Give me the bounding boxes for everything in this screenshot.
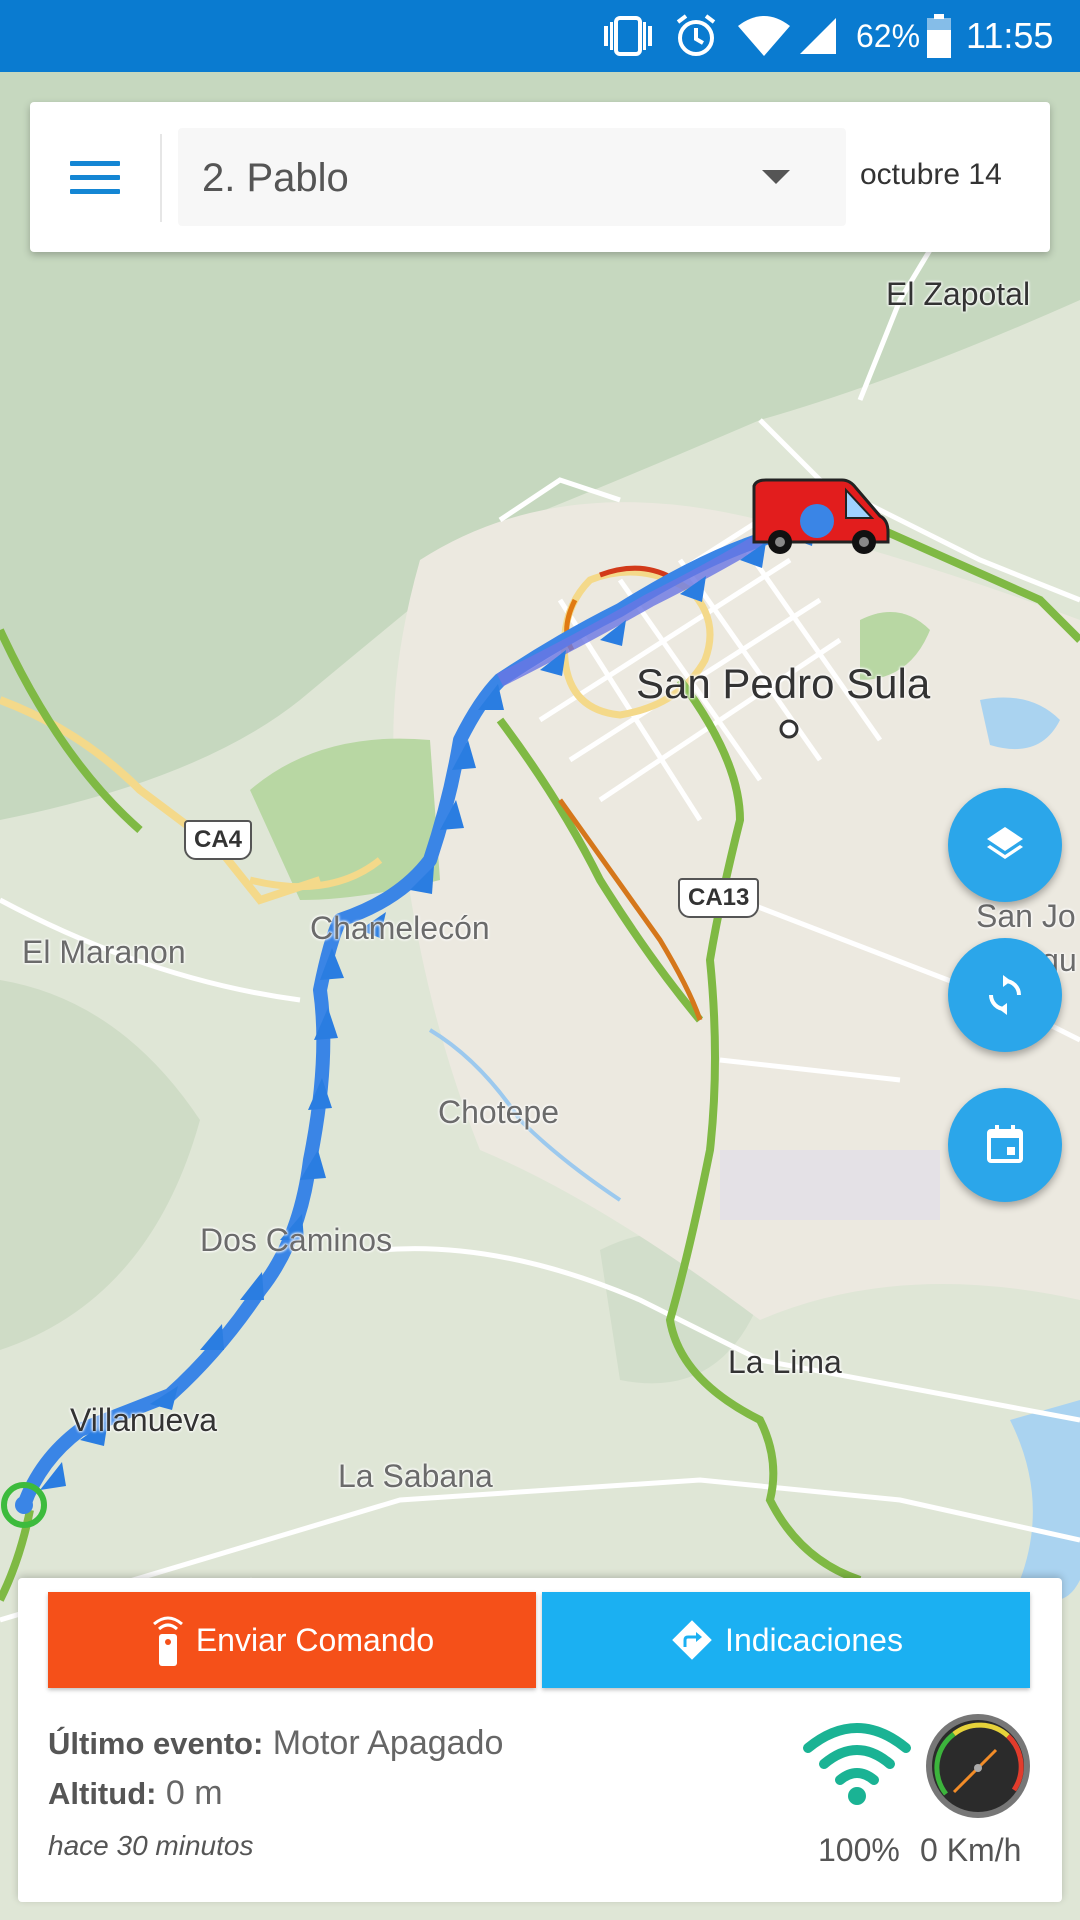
send-command-button[interactable]: Enviar Comando	[48, 1592, 536, 1688]
hamburger-menu-icon[interactable]	[60, 142, 130, 212]
highway-shield-ca13: CA13	[678, 878, 760, 918]
speed-value: 0 Km/h	[920, 1832, 1022, 1868]
altitude-label: Altitud:	[48, 1776, 157, 1811]
refresh-icon	[989, 975, 1021, 1015]
time-ago: hace 30 minutos	[48, 1830, 254, 1861]
signal-wifi-icon	[802, 1718, 912, 1806]
directions-button[interactable]: Indicaciones	[542, 1592, 1030, 1688]
map-label-la-sabana: La Sabana	[338, 1458, 493, 1494]
map-label-san-pedro-sula: San Pedro Sula	[636, 660, 931, 707]
layers-button[interactable]	[948, 788, 1062, 902]
map-label-villanueva: Villanueva	[70, 1402, 218, 1438]
map-label-chamelecon: Chamelecón	[310, 910, 490, 946]
signal-percent: 100%	[818, 1832, 900, 1868]
map-label-san-jo: San Jo	[976, 898, 1076, 934]
status-bar: 62% 11:55	[0, 0, 1080, 72]
divider	[160, 134, 162, 222]
send-command-label: Enviar Comando	[195, 1621, 435, 1658]
map-label-dos-caminos: Dos Caminos	[200, 1222, 393, 1258]
map-label-el-maranon: El Maranon	[22, 934, 186, 970]
map-label-chotepe: Chotepe	[438, 1094, 559, 1130]
date-label[interactable]: octubre 14	[860, 158, 1002, 192]
calendar-button[interactable]	[948, 1088, 1062, 1202]
device-select[interactable]: 2. Pablo	[178, 128, 846, 226]
top-bar-card: 2. Pablo octubre 14	[30, 102, 1050, 252]
last-event-value: Motor Apagado	[272, 1724, 504, 1762]
wifi-icon	[736, 0, 792, 72]
device-select-value: 2. Pablo	[202, 156, 349, 200]
cell-signal-icon	[796, 0, 840, 72]
map-label-el-zapotal: El Zapotal	[886, 276, 1031, 312]
remote-control-icon	[152, 1616, 183, 1666]
directions-label: Indicaciones	[725, 1621, 903, 1658]
calendar-icon	[987, 1125, 1023, 1163]
refresh-button[interactable]	[948, 938, 1062, 1052]
layers-icon	[987, 827, 1023, 859]
altitude-value: 0 m	[165, 1774, 223, 1812]
vibrate-icon	[600, 0, 656, 72]
directions-icon	[672, 1620, 712, 1660]
altitude-row: Altitud: 0 m	[48, 1774, 223, 1813]
last-event-row: Último evento: Motor Apagado	[48, 1724, 503, 1763]
speedometer-icon	[924, 1712, 1032, 1820]
map-label-la-lima: La Lima	[728, 1344, 842, 1380]
alarm-icon	[672, 0, 720, 72]
battery-icon	[926, 0, 952, 72]
last-event-label: Último evento:	[48, 1726, 264, 1761]
current-position-marker	[800, 504, 834, 538]
highway-shield-ca4: CA4	[184, 820, 253, 860]
vehicle-info-panel: Enviar Comando Indicaciones Último event…	[18, 1578, 1062, 1902]
clock: 11:55	[966, 15, 1054, 56]
chevron-down-icon	[762, 170, 790, 184]
battery-percent: 62%	[856, 17, 921, 54]
